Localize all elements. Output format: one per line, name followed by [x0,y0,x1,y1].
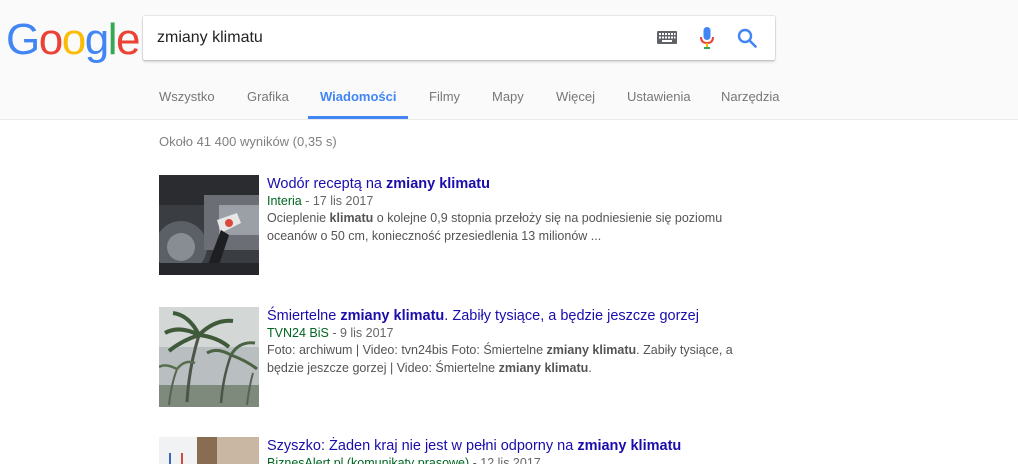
result-source: BiznesAlert.pl (komunikaty prasowe) [267,456,470,464]
result-snippet: Foto: archiwum | Video: tvn24bis Foto: Ś… [267,341,767,377]
storm-palms-thumbnail [159,307,259,407]
result-meta: Interia - 17 lis 2017 [267,193,767,209]
title-part: Wodór receptą na [267,176,387,192]
result-body: Szyszko: Żaden kraj nie jest w pełni odp… [267,437,767,464]
tab-all[interactable]: Wszystko [147,76,227,119]
search-box [143,16,775,60]
result-snippet: Ocieplenie klimatu o kolejne 0,9 stopnia… [267,209,767,245]
car-refuel-thumbnail [159,175,259,275]
result-title-link[interactable]: Wodór receptą na zmiany klimatu [267,175,767,193]
snippet-part-bold: klimatu [329,211,374,225]
tab-more[interactable]: Więcej [544,76,607,119]
title-part-bold: zmiany klimatu [386,176,490,192]
result-thumbnail[interactable] [159,437,259,464]
logo-letter: e [115,15,140,64]
result-date: - 17 lis 2017 [301,194,374,208]
snippet-part: Ocieplenie [267,211,330,225]
result-title-link[interactable]: Śmiertelne zmiany klimatu. Zabiły tysiąc… [267,307,767,325]
search-input[interactable] [157,16,637,60]
conference-thumbnail [159,437,259,464]
result-body: Śmiertelne zmiany klimatu. Zabiły tysiąc… [267,307,767,377]
news-result: Wodór receptą na zmiany klimatu Interia … [159,175,779,275]
snippet-part: . [588,361,592,375]
tab-images[interactable]: Grafika [235,76,301,119]
snippet-part-bold: zmiany klimatu [498,361,589,375]
search-tabs: Wszystko Grafika Wiadomości Filmy Mapy W… [0,76,1018,120]
result-stats: Około 41 400 wyników (0,35 s) [159,134,337,149]
result-meta: TVN24 BiS - 9 lis 2017 [267,325,767,341]
result-source: TVN24 BiS [267,326,329,340]
tab-maps[interactable]: Mapy [480,76,536,119]
title-part: Szyszko: Żaden kraj nie jest w pełni odp… [267,438,578,454]
title-part: . Zabiły tysiące, a będzie jeszcze gorze… [444,308,699,324]
result-title-link[interactable]: Szyszko: Żaden kraj nie jest w pełni odp… [267,437,767,455]
result-thumbnail[interactable] [159,175,259,275]
header: Google Wszystko Grafika Wiadomości Filmy [0,0,1018,120]
logo-letter: o [38,15,63,64]
snippet-part-bold: zmiany klimatu [546,343,637,357]
tab-news[interactable]: Wiadomości [308,76,409,119]
tab-tools[interactable]: Narzędzia [709,76,792,119]
search-icon[interactable] [737,28,757,48]
logo-letter: o [61,15,86,64]
result-thumbnail[interactable] [159,307,259,407]
news-result: Śmiertelne zmiany klimatu. Zabiły tysiąc… [159,307,779,407]
result-body: Wodór receptą na zmiany klimatu Interia … [267,175,767,245]
google-logo[interactable]: Google [6,15,140,64]
result-meta: BiznesAlert.pl (komunikaty prasowe) - 12… [267,455,767,464]
logo-letter: G [6,15,40,64]
microphone-icon[interactable] [700,27,714,49]
logo-letter: g [84,15,109,64]
snippet-part: Foto: archiwum | Video: tvn24bis Foto: Ś… [267,343,547,357]
logo-letter: l [107,15,118,64]
tab-videos[interactable]: Filmy [417,76,472,119]
title-part: Śmiertelne [267,308,341,324]
title-part-bold: zmiany klimatu [340,308,445,324]
tab-settings[interactable]: Ustawienia [615,76,703,119]
result-date: - 9 lis 2017 [328,326,394,340]
title-part-bold: zmiany klimatu [577,438,682,454]
result-source: Interia [267,194,302,208]
news-result: Szyszko: Żaden kraj nie jest w pełni odp… [159,437,779,464]
keyboard-icon[interactable] [657,31,677,44]
result-date: - 12 lis 2017 [469,456,541,464]
